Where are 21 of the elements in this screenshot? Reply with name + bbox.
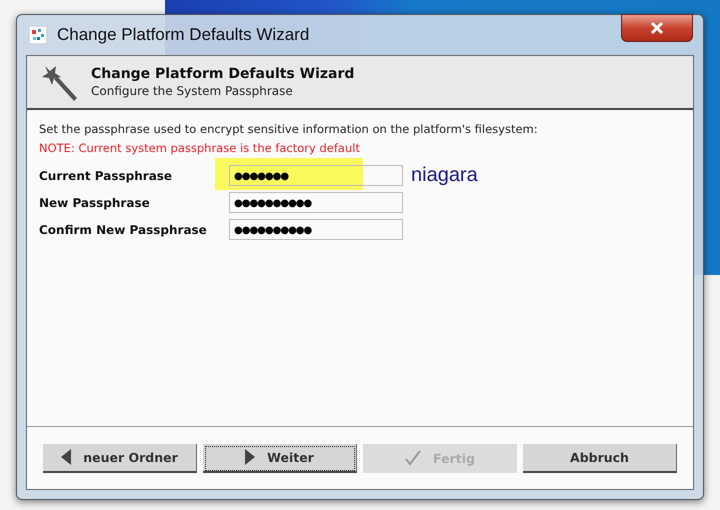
close-icon xyxy=(650,22,664,34)
instruction-text: Set the passphrase used to encrypt sensitive information on the platform's filesystem: xyxy=(39,122,539,136)
wizard-subtitle: Configure the System Passphrase xyxy=(91,84,294,98)
password-field[interactable]: ●●●●●●●●●● xyxy=(229,192,403,213)
annotation-text: niagara xyxy=(411,164,478,187)
next-button[interactable]: Weiter xyxy=(203,444,357,472)
close-button[interactable] xyxy=(621,14,693,42)
right-triangle-icon xyxy=(245,449,256,465)
field-label: Confirm New Passphrase xyxy=(39,222,208,236)
app-icon xyxy=(29,26,47,44)
warning-note: NOTE: Current system passphrase is the factory default xyxy=(39,141,361,155)
window-title: Change Platform Defaults Wizard xyxy=(57,25,310,45)
password-field[interactable]: ●●●●●●● xyxy=(229,165,403,186)
checkmark-icon xyxy=(405,450,422,466)
cancel-button[interactable]: Abbruch xyxy=(523,444,677,472)
password-field[interactable]: ●●●●●●●●●● xyxy=(229,219,403,240)
field-label: Current Passphrase xyxy=(39,168,174,182)
back-button[interactable]: neuer Ordner xyxy=(43,444,197,472)
left-triangle-icon xyxy=(61,449,72,465)
wizard-heading: Change Platform Defaults Wizard xyxy=(91,66,354,82)
field-label: New Passphrase xyxy=(39,196,151,210)
